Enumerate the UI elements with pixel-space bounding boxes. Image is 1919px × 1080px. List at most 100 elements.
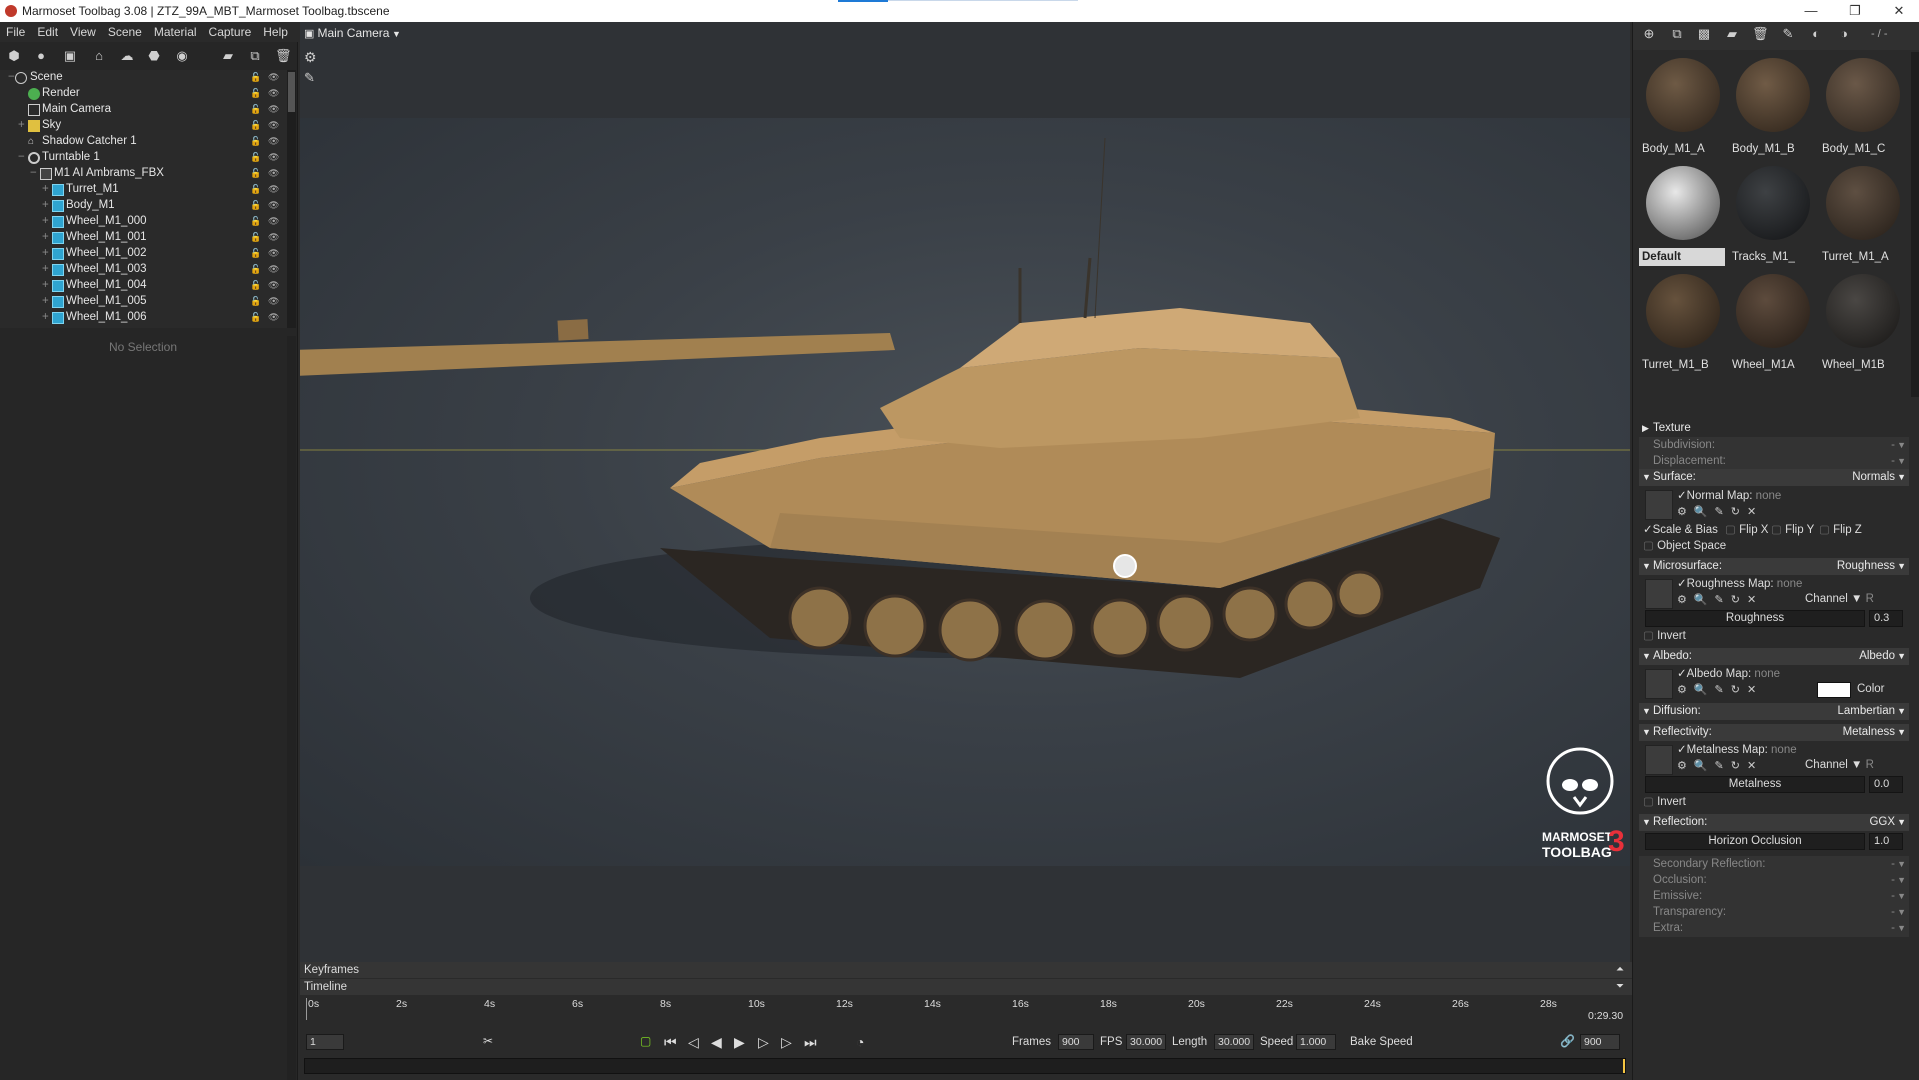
camera-selector[interactable]: ▣ Main Camera ▼: [304, 26, 401, 40]
eye-icon[interactable]: 👁: [268, 248, 279, 259]
link-icon[interactable]: 🔗: [1560, 1034, 1575, 1048]
next-key-icon[interactable]: ▷: [781, 1034, 792, 1051]
channel-select[interactable]: Channel ▼ R: [1805, 759, 1874, 771]
loop-icon[interactable]: ▢: [640, 1034, 651, 1048]
material-tile[interactable]: Turret_M1_A: [1819, 162, 1907, 270]
open-folder-icon[interactable]: ▰: [220, 48, 236, 64]
metalness-map-row[interactable]: ✓Metalness Map: none: [1677, 742, 1797, 756]
eye-icon[interactable]: 👁: [268, 120, 279, 131]
add-material-icon[interactable]: ⊕: [1641, 26, 1657, 42]
flip-y-checkbox[interactable]: ▢ Flip Y: [1771, 522, 1814, 536]
menu-capture[interactable]: Capture: [203, 22, 258, 39]
menu-help[interactable]: Help: [257, 22, 294, 39]
eye-icon[interactable]: 👁: [268, 88, 279, 99]
playhead[interactable]: [1623, 1059, 1625, 1073]
section-surface[interactable]: ▼ Surface: Normals ▼: [1639, 469, 1909, 486]
tree-item-turntable[interactable]: − Turntable 1 🔓 👁: [0, 150, 286, 166]
section-diffusion[interactable]: ▼ Diffusion: Lambertian ▼: [1639, 703, 1909, 720]
add-light-icon[interactable]: ●: [33, 48, 49, 64]
roughness-map-row[interactable]: ✓Roughness Map: none: [1677, 576, 1802, 590]
eye-icon[interactable]: 👁: [268, 104, 279, 115]
roughness-value-field[interactable]: 0.3: [1869, 610, 1903, 627]
frames-field[interactable]: 900: [1058, 1034, 1094, 1050]
map-tool-icons[interactable]: ⚙🔍✎↻✕: [1677, 505, 1763, 518]
horizon-occlusion-slider[interactable]: Horizon Occlusion: [1645, 833, 1865, 850]
add-audio-icon[interactable]: ◉: [174, 48, 190, 64]
checkbox-icon[interactable]: ✓: [1677, 490, 1687, 502]
properties-scrollbar[interactable]: [287, 336, 296, 1080]
add-shadow-catcher-icon[interactable]: ⌂: [91, 48, 107, 64]
section-microsurface[interactable]: ▼ Microsurface: Roughness ▼: [1639, 558, 1909, 575]
tree-item-mesh[interactable]: + Wheel_M1_005 🔓 👁: [0, 294, 286, 310]
lock-icon[interactable]: 🔓: [250, 216, 261, 227]
lock-icon[interactable]: 🔓: [250, 232, 261, 243]
eye-icon[interactable]: 👁: [268, 168, 279, 179]
section-texture[interactable]: ▶ Texture: [1639, 420, 1909, 437]
duplicate-icon[interactable]: ⧉: [247, 48, 263, 64]
duplicate-material-icon[interactable]: ⧉: [1669, 26, 1685, 42]
eye-icon[interactable]: 👁: [268, 280, 279, 291]
current-frame-field[interactable]: 1: [306, 1034, 344, 1050]
pick-material-icon[interactable]: ✎: [1780, 26, 1796, 42]
eye-icon[interactable]: 👁: [268, 72, 279, 83]
close-button[interactable]: ✕: [1885, 2, 1913, 20]
tree-item-scene[interactable]: − Scene 🔓 👁: [0, 70, 286, 86]
eye-icon[interactable]: 👁: [268, 136, 279, 147]
lock-icon[interactable]: 🔓: [250, 168, 261, 179]
metalness-map-slot[interactable]: [1645, 745, 1673, 775]
eye-icon[interactable]: 👁: [268, 312, 279, 323]
gauge-icon[interactable]: ◑: [1836, 26, 1852, 42]
flip-z-checkbox[interactable]: ▢ Flip Z: [1819, 522, 1862, 536]
restore-button[interactable]: ❐: [1841, 2, 1869, 20]
pipette-icon[interactable]: ✎: [304, 70, 315, 86]
channel-select[interactable]: Channel ▼ R: [1805, 593, 1874, 605]
albedo-color-swatch[interactable]: [1817, 682, 1851, 698]
eye-icon[interactable]: 👁: [268, 264, 279, 275]
eye-icon[interactable]: 👁: [268, 216, 279, 227]
menu-edit[interactable]: Edit: [31, 22, 64, 39]
section-displacement[interactable]: Displacement: - ▼: [1639, 453, 1909, 470]
horizon-occlusion-value-field[interactable]: 1.0: [1869, 833, 1903, 850]
invert-checkbox[interactable]: ▢ Invert: [1643, 628, 1686, 642]
section-reflectivity[interactable]: ▼ Reflectivity: Metalness ▼: [1639, 724, 1909, 741]
tree-item-mesh[interactable]: + Wheel_M1_004 🔓 👁: [0, 278, 286, 294]
tree-item-mesh[interactable]: + Wheel_M1_006 🔓 👁: [0, 310, 286, 326]
delete-material-icon[interactable]: 🗑: [1752, 26, 1769, 42]
menu-material[interactable]: Material: [148, 22, 203, 39]
metalness-slider[interactable]: Metalness: [1645, 776, 1865, 793]
tree-item-mesh[interactable]: + Wheel_M1_002 🔓 👁: [0, 246, 286, 262]
skip-start-icon[interactable]: ⏮: [664, 1034, 677, 1051]
material-tile[interactable]: Turret_M1_B: [1639, 270, 1727, 378]
eye-icon[interactable]: 👁: [268, 200, 279, 211]
end-frame-field[interactable]: 900: [1580, 1034, 1620, 1050]
material-tile[interactable]: Wheel_M1A: [1729, 270, 1817, 378]
tree-item-fbx[interactable]: − M1 AI Ambrams_FBX 🔓 👁: [0, 166, 286, 182]
prev-key-icon[interactable]: ◁: [688, 1034, 699, 1051]
menu-file[interactable]: File: [0, 22, 31, 39]
eye-icon[interactable]: 👁: [268, 296, 279, 307]
collapse-down-icon[interactable]: ⏷: [1616, 979, 1624, 995]
delete-icon[interactable]: 🗑: [275, 48, 292, 64]
section-occlusion[interactable]: Occlusion: - ▼: [1639, 872, 1909, 889]
map-tool-icons[interactable]: ⚙🔍✎↻✕: [1677, 683, 1763, 696]
keyframes-header[interactable]: Keyframes ⏶: [300, 962, 1632, 978]
albedo-map-row[interactable]: ✓Albedo Map: none: [1677, 666, 1780, 680]
step-forward-icon[interactable]: ▷: [758, 1034, 769, 1051]
tree-item-mesh[interactable]: + Wheel_M1_000 🔓 👁: [0, 214, 286, 230]
lock-icon[interactable]: 🔓: [250, 120, 261, 131]
tree-scrollbar[interactable]: [287, 70, 296, 328]
expand-up-icon[interactable]: ⏶: [1616, 962, 1624, 978]
tree-item-mesh[interactable]: + Body_M1 🔓 👁: [0, 198, 286, 214]
lock-icon[interactable]: 🔓: [250, 312, 261, 323]
albedo-map-slot[interactable]: [1645, 669, 1673, 699]
lock-icon[interactable]: 🔓: [250, 248, 261, 259]
step-back-icon[interactable]: ◀: [711, 1034, 722, 1051]
eye-icon[interactable]: 👁: [268, 232, 279, 243]
scissors-icon[interactable]: ✂: [483, 1034, 493, 1048]
timeline-scrubber[interactable]: [304, 1058, 1626, 1074]
material-tile-selected[interactable]: Default: [1639, 162, 1727, 270]
add-object-icon[interactable]: ⬢: [6, 48, 22, 64]
roughness-map-slot[interactable]: [1645, 579, 1673, 609]
material-tile[interactable]: Body_M1_C: [1819, 54, 1907, 162]
material-tile[interactable]: Body_M1_B: [1729, 54, 1817, 162]
